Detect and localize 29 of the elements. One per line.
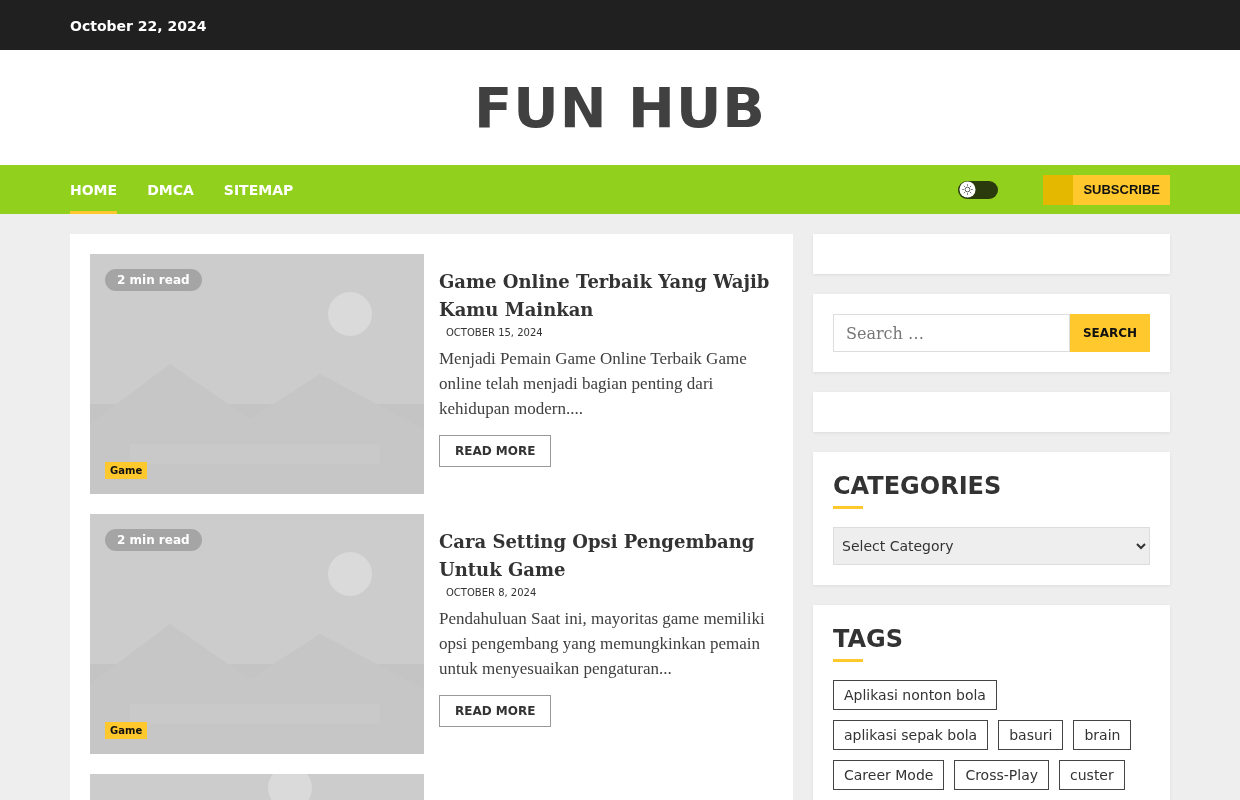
search-button[interactable]: SEARCH — [1070, 314, 1150, 352]
tag-link[interactable]: brain — [1073, 720, 1132, 750]
post-excerpt: Pendahuluan Saat ini, mayoritas game memiliki opsi pengembang yang memungkinkan pemain untuk menyesuaikan pengaturan... — [439, 608, 766, 680]
sun-icon — [959, 181, 977, 198]
site-title[interactable]: FUN HUB — [473, 75, 767, 140]
post-date: OCTOBER 8, 2024 — [446, 587, 538, 598]
subscribe-button[interactable]: SUBSCRIBE — [1043, 174, 1170, 205]
widget-title: CATEGORIES — [833, 472, 1002, 502]
read-time-badge: 2 min read — [105, 529, 202, 551]
widget-title: TAGS — [833, 625, 904, 655]
category-tag[interactable]: Game — [105, 722, 148, 739]
read-more-button[interactable]: READ MORE — [439, 435, 552, 467]
post-title[interactable]: Cara Setting Opsi Pengembang Untuk Game — [439, 528, 773, 584]
post-date: OCTOBER 15, 2024 — [446, 327, 544, 338]
category-tag[interactable]: Game — [105, 462, 148, 479]
post-title[interactable]: Game Online Terbaik Yang Wajib Kamu Mainkan — [439, 268, 773, 324]
category-select[interactable]: Select Category — [833, 527, 1150, 565]
tag-link[interactable]: basuri — [998, 720, 1064, 750]
post-excerpt: Menjadi Pemain Game Online Terbaik Game online telah menjadi bagian penting dari kehidupan modern.... — [439, 348, 748, 420]
search-field[interactable]: Search … — [833, 314, 1070, 352]
dark-mode-toggle[interactable] — [958, 180, 999, 199]
tag-link[interactable]: custer — [1059, 760, 1125, 790]
tag-link[interactable]: Career Mode — [833, 760, 945, 790]
read-time-badge: 2 min read — [105, 269, 202, 291]
tag-link[interactable]: aplikasi sepak bola — [833, 720, 989, 750]
current-date: October 22, 2024 — [70, 17, 207, 34]
read-more-button[interactable]: READ MORE — [439, 695, 552, 727]
tag-link[interactable]: Aplikasi nonton bola — [833, 680, 997, 710]
tag-link[interactable]: Cross-Play — [954, 760, 1049, 790]
